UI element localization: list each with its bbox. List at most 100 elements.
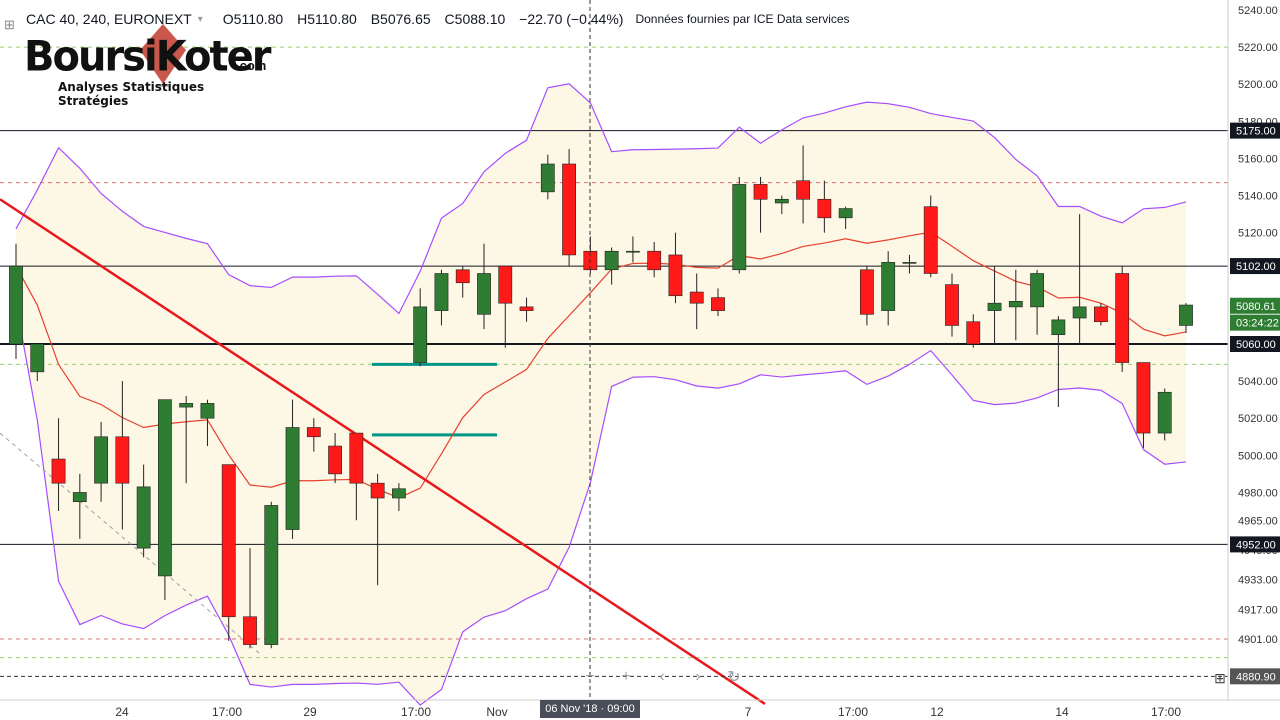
time-tick-label: 17:00 (838, 705, 868, 719)
candle-body (774, 198, 789, 204)
candle-body (923, 206, 938, 274)
expand-icon[interactable]: ⊞ (4, 18, 18, 32)
change-value: −22.70 (−0.44%) (519, 11, 624, 27)
candle-body (1051, 319, 1066, 336)
candle-body (732, 184, 747, 271)
candle-body (72, 492, 87, 503)
low-value: B5076.65 (370, 11, 431, 27)
candle-body (668, 254, 683, 297)
price-tick-label: 4980.00 (1238, 487, 1278, 499)
price-tick-label: 5120.00 (1238, 228, 1278, 240)
candle-body (30, 343, 45, 373)
price-tick-label: 5000.00 (1238, 450, 1278, 462)
zoom-in-icon[interactable]: + (608, 665, 644, 689)
logo-word: BoursiKoter (24, 32, 271, 82)
price-tick-label: 5220.00 (1238, 42, 1278, 54)
candle-body (434, 273, 449, 311)
time-tick-label: 7 (745, 705, 752, 719)
candle-body (9, 265, 23, 345)
candle-body (1157, 391, 1172, 434)
price-tick-label: 5240.00 (1238, 5, 1278, 17)
candle-body (51, 458, 66, 484)
candle-body (1179, 304, 1193, 326)
logo-tagline: Analyses Statistiques Stratégies (58, 80, 205, 108)
candle-body (987, 302, 1002, 311)
price-label-text: 5102.00 (1236, 261, 1276, 273)
candle-body (1115, 273, 1130, 363)
data-source-label: Données fournies par ICE Data services (635, 12, 850, 26)
time-tick-label: 17:00 (212, 705, 242, 719)
price-label-text: 5175.00 (1236, 126, 1276, 138)
candle-body (94, 436, 108, 484)
candle-body (285, 427, 300, 530)
candle-body (881, 262, 896, 311)
candle-body (817, 198, 832, 219)
candle-body (455, 269, 470, 284)
candle-body (1030, 273, 1044, 308)
candle-body (1094, 306, 1108, 323)
zoom-out-icon[interactable]: − (572, 665, 608, 689)
time-tick-label: 14 (1055, 705, 1069, 719)
candle-body (966, 321, 981, 345)
candle-body (328, 445, 342, 475)
candle-body (711, 297, 725, 311)
candle-body (221, 464, 236, 618)
time-tick-label: Nov (486, 705, 507, 719)
candle-body (689, 291, 704, 304)
candle-body (945, 284, 959, 326)
price-tick-label: 5200.00 (1238, 79, 1278, 91)
ohlc-values: O5110.80 H5110.80 B5076.65 C5088.10 −22.… (223, 11, 634, 27)
candle-body (604, 250, 619, 271)
candle-body (1008, 301, 1023, 308)
price-tick-label: 4901.00 (1238, 634, 1278, 646)
candle-body (392, 488, 406, 499)
candle-body (370, 482, 385, 499)
candle-body (477, 273, 491, 315)
candle-body (264, 505, 279, 645)
price-tick-label: 4965.00 (1238, 515, 1278, 527)
time-tick-label: 24 (115, 705, 129, 719)
price-tick-label: 5040.00 (1238, 376, 1278, 388)
candle-body (498, 265, 513, 304)
scroll-right-icon[interactable]: › (680, 665, 716, 689)
candle-body (349, 432, 364, 484)
candle-body (902, 262, 917, 264)
price-label-text: 4952.00 (1236, 539, 1276, 551)
candle-body (796, 180, 810, 200)
candle-body (562, 163, 576, 256)
price-tick-label: 5020.00 (1238, 413, 1278, 425)
candle-body (1072, 306, 1087, 319)
candle-body (519, 306, 534, 311)
crosshair-add-icon[interactable]: ⊞ (1212, 670, 1228, 686)
price-tick-label: 4933.00 (1238, 575, 1278, 587)
candle-body (115, 436, 130, 484)
price-tick-label: 5160.00 (1238, 153, 1278, 165)
candle-body (753, 184, 768, 200)
candle-body (306, 427, 321, 438)
candle-body (413, 306, 428, 363)
logo-domain: .com (236, 58, 267, 73)
price-label-text: 5080.61 (1236, 301, 1276, 313)
candle-body (179, 403, 194, 408)
time-tick-label: 17:00 (1151, 705, 1181, 719)
candle-body (1136, 362, 1151, 434)
symbol-header: ⊞ CAC 40, 240, EURONEXT ▾ O5110.80 H5110… (0, 8, 850, 32)
price-label-text: 03:24:22 (1236, 318, 1279, 330)
scroll-left-icon[interactable]: ‹ (644, 665, 680, 689)
brand-logo: BoursiKoter .com Analyses Statistiques S… (24, 24, 274, 114)
price-tick-label: 4917.00 (1238, 604, 1278, 616)
candle-body (540, 163, 555, 193)
candle-body (200, 403, 215, 419)
candle-body (243, 616, 257, 645)
price-label-text: 4880.90 (1236, 671, 1276, 683)
candle-body (626, 250, 640, 253)
candle-body (647, 250, 662, 271)
time-tick-label: 29 (303, 705, 317, 719)
chart-navigation-toolbar: − + ‹ › ↻ (572, 665, 752, 689)
chevron-down-icon[interactable]: ▾ (198, 14, 203, 25)
close-value: C5088.10 (444, 11, 506, 27)
candle-body (838, 208, 853, 219)
reset-icon[interactable]: ↻ (716, 665, 752, 689)
high-value: H5110.80 (297, 11, 357, 27)
time-tick-label: 17:00 (401, 705, 431, 719)
